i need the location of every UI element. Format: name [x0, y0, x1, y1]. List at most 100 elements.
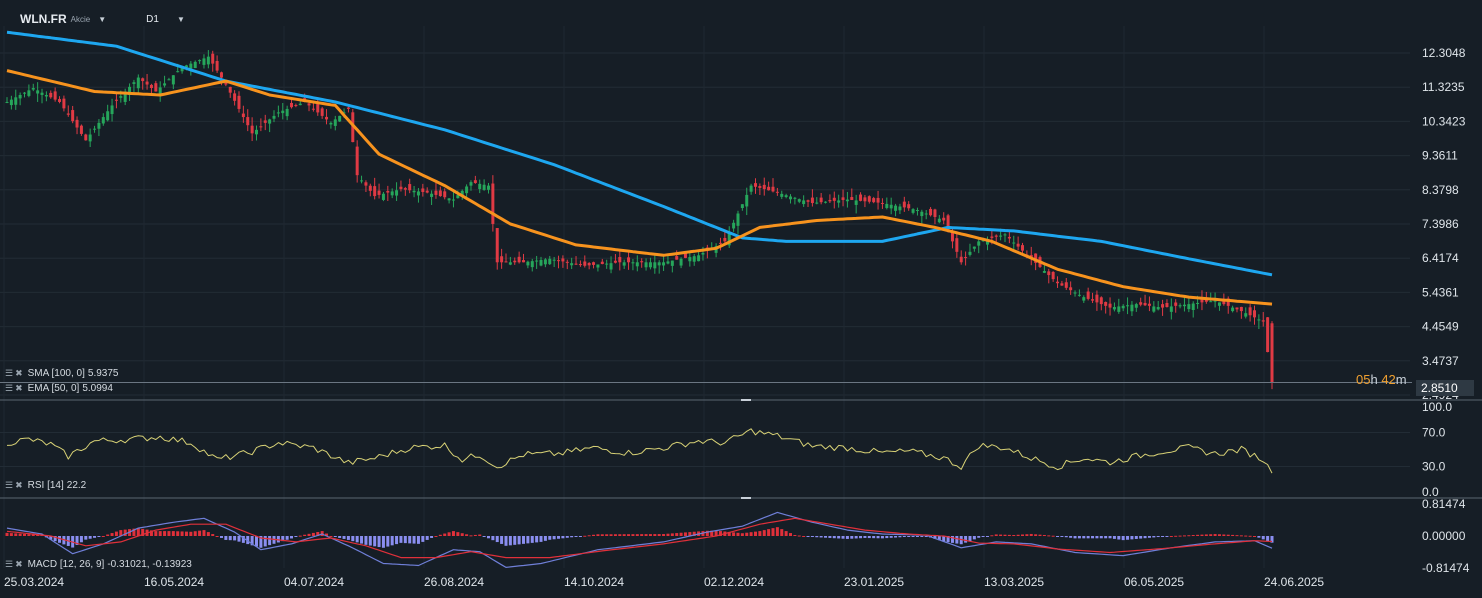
macd-histogram-bar — [114, 531, 118, 536]
timeframe-selector[interactable]: D1 — [146, 14, 159, 25]
macd-histogram-bar — [784, 531, 788, 536]
macd-histogram-bar — [1082, 536, 1086, 539]
macd-axis-label: 0.00000 — [1422, 529, 1466, 543]
symbol-selector[interactable]: WLN.FR Akcie ▼ D1 ▼ — [0, 8, 185, 30]
macd-histogram-bar — [307, 533, 311, 536]
candle-body — [767, 186, 771, 191]
candle-body — [31, 88, 35, 90]
macd-histogram-bar — [648, 534, 652, 536]
candle-body — [990, 236, 994, 238]
settings-icon[interactable]: ☰ — [5, 383, 13, 394]
candle-body — [964, 257, 968, 259]
candle-body — [469, 182, 473, 186]
candle-body — [93, 128, 97, 130]
macd-histogram-bar — [1060, 536, 1064, 537]
symbol-name[interactable]: WLN.FR — [20, 12, 67, 26]
macd-histogram-bar — [1134, 536, 1138, 539]
close-icon[interactable]: ✖ — [15, 559, 23, 570]
candle-body — [451, 199, 455, 201]
close-icon[interactable]: ✖ — [15, 368, 23, 379]
macd-histogram-bar — [561, 536, 565, 539]
macd-histogram-bar — [421, 536, 425, 542]
macd-histogram-bar — [233, 536, 237, 541]
candle-body — [106, 111, 110, 121]
macd-histogram-bar — [198, 530, 202, 536]
macd-histogram-bar — [767, 529, 771, 536]
macd-histogram-bar — [1226, 534, 1230, 536]
candle-body — [933, 209, 937, 217]
macd-histogram-bar — [504, 536, 508, 546]
symbol-dropdown-icon[interactable]: ▼ — [98, 15, 106, 24]
settings-icon[interactable]: ☰ — [5, 480, 13, 491]
rsi-axis-label: 30.0 — [1422, 460, 1446, 474]
candle-body — [679, 258, 683, 266]
candle-body — [535, 260, 539, 262]
candle-body — [486, 185, 490, 190]
macd-histogram-bar — [1112, 536, 1116, 539]
candle-body — [915, 210, 919, 212]
macd-histogram-bar — [412, 536, 416, 544]
macd-histogram-bar — [964, 536, 968, 543]
candle-body — [1108, 303, 1112, 308]
candle-body — [1086, 291, 1090, 299]
candle-body — [333, 119, 337, 126]
price-axis-label: 10.3423 — [1422, 114, 1466, 128]
candle-body — [71, 110, 75, 122]
macd-histogram-bar — [863, 536, 867, 538]
macd-histogram-bar — [1121, 536, 1125, 541]
macd-histogram-bar — [1239, 535, 1243, 537]
candle-body — [1077, 294, 1081, 296]
candle-body — [1156, 307, 1160, 310]
close-icon[interactable]: ✖ — [15, 383, 23, 394]
macd-histogram-bar — [622, 534, 626, 536]
candle-body — [403, 188, 407, 190]
chart-canvas[interactable]: 12.3048 11.3235 10.3423 9.3611 8.3798 7.3986 6… — [0, 0, 1482, 598]
macd-histogram-bar — [552, 536, 556, 540]
macd-histogram-bar — [592, 534, 596, 536]
macd-histogram-bar — [1064, 536, 1068, 538]
macd-histogram-bar — [907, 536, 911, 537]
candle-body — [316, 103, 320, 113]
candle-body — [613, 260, 617, 263]
macd-histogram-bar — [1025, 534, 1029, 536]
timeframe-dropdown-icon[interactable]: ▼ — [177, 15, 185, 24]
candle-body — [522, 260, 526, 263]
candle-body — [968, 251, 972, 255]
macd-histogram-bar — [1003, 534, 1007, 536]
candle-body — [1152, 306, 1156, 312]
close-icon[interactable]: ✖ — [15, 480, 23, 491]
macd-histogram-bar — [1021, 534, 1025, 536]
candle-body — [780, 193, 784, 197]
macd-histogram-bar — [596, 534, 600, 536]
candle-body — [955, 238, 959, 252]
macd-histogram-bar — [972, 536, 976, 540]
macd-histogram-bar — [758, 531, 762, 536]
candle-body — [911, 209, 915, 213]
price-axis-label: 8.3798 — [1422, 183, 1459, 197]
candle-body — [1270, 323, 1274, 383]
macd-histogram-bar — [106, 534, 110, 536]
macd-histogram-bar — [1130, 536, 1134, 540]
macd-name: MACD [12, 26, 9] — [27, 559, 105, 570]
candle-body — [276, 112, 280, 114]
macd-histogram-bar — [1235, 535, 1239, 537]
candle-body — [771, 186, 775, 192]
candle-body — [1042, 271, 1046, 273]
macd-histogram-bar — [303, 534, 307, 536]
macd-histogram-bar — [101, 536, 105, 537]
candle-body — [311, 108, 315, 110]
macd-histogram-bar — [1196, 534, 1200, 536]
candle-body — [609, 263, 613, 270]
candle-body — [1073, 292, 1077, 294]
settings-icon[interactable]: ☰ — [5, 368, 13, 379]
macd-histogram-bar — [789, 533, 793, 536]
candle-body — [1003, 234, 1007, 236]
candle-body — [828, 200, 832, 202]
macd-histogram-bar — [1016, 534, 1020, 536]
macd-histogram-bar — [329, 536, 333, 537]
candle-body — [701, 252, 705, 255]
settings-icon[interactable]: ☰ — [5, 559, 13, 570]
date-axis-label: 23.01.2025 — [844, 575, 904, 589]
macd-histogram-bar — [609, 534, 613, 536]
candle-body — [552, 259, 556, 261]
